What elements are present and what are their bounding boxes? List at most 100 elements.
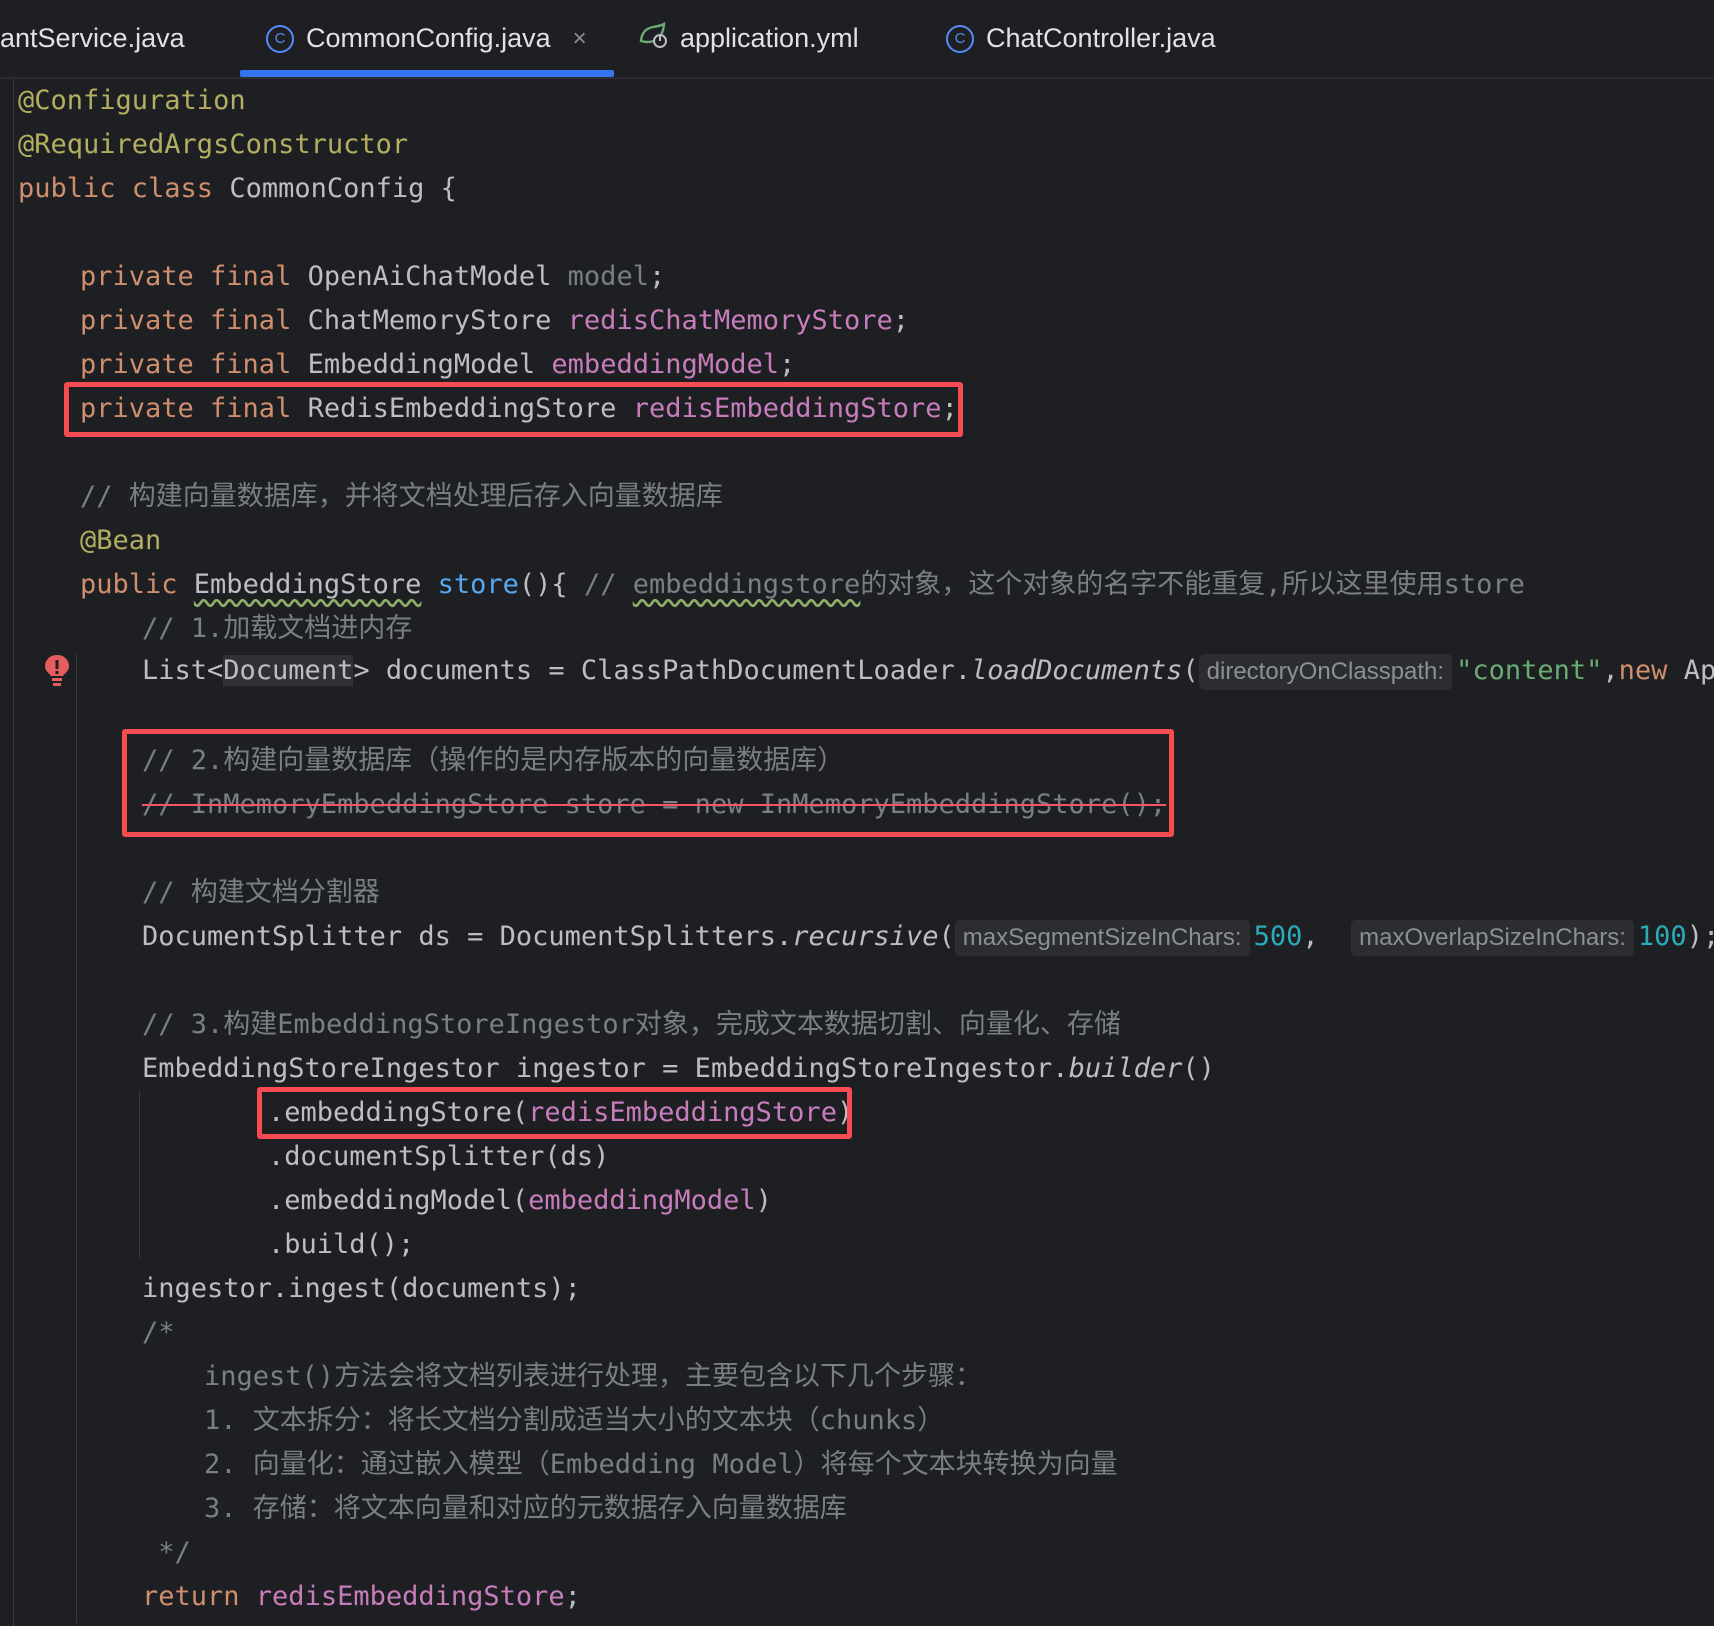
comment-line: // 3.构建EmbeddingStoreIngestor对象，完成文本数据切割… bbox=[142, 1009, 1121, 1040]
code-line: public EmbeddingStore store(){ // embedd… bbox=[80, 563, 1525, 607]
annotation: @Configuration bbox=[18, 85, 246, 116]
code-line: @Configuration bbox=[18, 79, 246, 123]
keyword: public bbox=[80, 569, 194, 600]
highlight-box bbox=[64, 382, 963, 437]
java-class-icon: C bbox=[946, 24, 974, 53]
code: EmbeddingStoreIngestor ingestor = Embedd… bbox=[142, 1053, 1069, 1084]
comment-line: // 1.加载文档进内存 bbox=[142, 613, 413, 644]
active-tab-indicator bbox=[240, 70, 614, 77]
comment-line: // 构建向量数据库，并将文档处理后存入向量数据库 bbox=[80, 481, 723, 512]
tab-commonconfig[interactable]: C CommonConfig.java × bbox=[266, 0, 587, 77]
code: > documents = ClassPathDocumentLoader. bbox=[353, 655, 972, 686]
comment-line: 3. 存储：将文本向量和对应的元数据存入向量数据库 bbox=[204, 1493, 847, 1524]
method-name: store bbox=[437, 569, 519, 600]
number-literal: 100 bbox=[1637, 921, 1687, 952]
code-line: @RequiredArgsConstructor bbox=[18, 123, 408, 167]
method-call: builder bbox=[1068, 1053, 1183, 1084]
field-name: embeddingModel bbox=[528, 1185, 756, 1216]
parameter-hint: maxOverlapSizeInChars: bbox=[1351, 920, 1634, 956]
comment-line: ingest()方法会将文档列表进行处理，主要包含以下几个步骤： bbox=[204, 1361, 983, 1392]
type: ChatMemoryStore bbox=[291, 305, 568, 336]
gutter-separator bbox=[13, 79, 14, 1626]
field-name: redisChatMemoryStore bbox=[567, 305, 893, 336]
tab-application-yml[interactable]: application.yml bbox=[638, 0, 859, 77]
keyword: private final bbox=[80, 305, 292, 336]
punctuation: ( bbox=[938, 921, 955, 952]
annotation: @RequiredArgsConstructor bbox=[18, 129, 409, 160]
method-call: loadDocuments bbox=[971, 655, 1183, 686]
type: EmbeddingModel bbox=[291, 349, 552, 380]
punctuation: () bbox=[1182, 1053, 1215, 1084]
code-line: private final OpenAiChatModel model; bbox=[80, 255, 665, 299]
keyword: new bbox=[1618, 655, 1668, 686]
code-line: List<Document> documents = ClassPathDocu… bbox=[142, 649, 1714, 693]
punctuation: , bbox=[1302, 921, 1352, 952]
string-literal: "content" bbox=[1456, 655, 1603, 686]
tab-antservice[interactable]: antService.java bbox=[0, 0, 185, 77]
comment: embeddingstore bbox=[632, 569, 861, 600]
indent-guide bbox=[76, 653, 77, 1623]
editor-tab-bar: antService.java C CommonConfig.java × ap… bbox=[0, 0, 1714, 79]
type: OpenAiChatModel bbox=[291, 261, 568, 292]
tab-label: ChatController.java bbox=[986, 23, 1216, 53]
tab-label: CommonConfig.java bbox=[306, 23, 551, 53]
punctuation: ) bbox=[755, 1185, 772, 1216]
field-name: embeddingModel bbox=[551, 349, 779, 380]
comment-line: // 构建文档分割器 bbox=[142, 877, 380, 908]
semicolon: ; bbox=[892, 305, 910, 336]
indent-guide bbox=[139, 1091, 140, 1259]
class-name: CommonConfig { bbox=[213, 173, 457, 204]
unused-field: model bbox=[567, 261, 649, 292]
code-editor[interactable]: @Configuration @RequiredArgsConstructor … bbox=[0, 79, 1714, 1626]
code-line: @Bean bbox=[80, 519, 161, 563]
code-line: private final ChatMemoryStore redisChatM… bbox=[80, 299, 909, 343]
tab-chatcontroller[interactable]: C ChatController.java bbox=[946, 0, 1216, 77]
semicolon: ; bbox=[648, 261, 666, 292]
code-line: EmbeddingStoreIngestor ingestor = Embedd… bbox=[142, 1047, 1215, 1091]
code-line: .build(); bbox=[268, 1229, 415, 1260]
keyword: private final bbox=[80, 349, 292, 380]
tab-label: antService.java bbox=[0, 23, 185, 53]
comment-line: 1. 文本拆分：将长文档分割成适当大小的文本块（chunks） bbox=[204, 1405, 945, 1436]
close-tab-icon[interactable]: × bbox=[573, 25, 587, 53]
code-line: public class CommonConfig { bbox=[18, 167, 457, 211]
spring-config-icon bbox=[638, 21, 668, 56]
semicolon: ; bbox=[779, 349, 796, 380]
parameter-hint: maxSegmentSizeInChars: bbox=[954, 920, 1250, 956]
type: Document bbox=[223, 655, 354, 686]
keyword: return bbox=[142, 1581, 256, 1612]
parameter-hint: directoryOnClasspath: bbox=[1198, 654, 1453, 690]
punctuation: , bbox=[1602, 655, 1619, 686]
keyword: public class bbox=[18, 173, 214, 204]
punctuation: (){ bbox=[518, 569, 584, 600]
comment-line: 2. 向量化：通过嵌入模型（Embedding Model）将每个文本块转换为向… bbox=[204, 1449, 1118, 1480]
method-call: recursive bbox=[792, 921, 939, 952]
tab-label: application.yml bbox=[680, 23, 859, 53]
comment-line: */ bbox=[142, 1537, 191, 1568]
code: DocumentSplitter ds = DocumentSplitters. bbox=[142, 921, 793, 952]
highlight-box bbox=[257, 1087, 852, 1139]
code: Apac bbox=[1683, 655, 1714, 686]
code-line: ingestor.ingest(documents); bbox=[142, 1273, 581, 1304]
highlight-box bbox=[122, 729, 1174, 837]
error-bulb-icon[interactable] bbox=[42, 653, 72, 689]
code-line: DocumentSplitter ds = DocumentSplitters.… bbox=[142, 915, 1714, 959]
java-class-icon: C bbox=[266, 24, 294, 53]
code-line: return redisEmbeddingStore; bbox=[142, 1575, 581, 1619]
comment: // bbox=[583, 569, 633, 600]
code-line: .documentSplitter(ds) bbox=[268, 1141, 610, 1172]
semicolon: ; bbox=[564, 1581, 581, 1612]
field-name: redisEmbeddingStore bbox=[255, 1581, 565, 1612]
keyword: private final bbox=[80, 261, 292, 292]
annotation: @Bean bbox=[80, 525, 162, 556]
number-literal: 500 bbox=[1253, 921, 1303, 952]
punctuation: ( bbox=[1182, 655, 1199, 686]
punctuation: ); bbox=[1686, 921, 1714, 952]
code: .embeddingModel( bbox=[268, 1185, 529, 1216]
code-line: .embeddingModel(embeddingModel) bbox=[268, 1179, 772, 1223]
type: EmbeddingStore bbox=[193, 569, 422, 600]
code-line: private final EmbeddingModel embeddingMo… bbox=[80, 343, 795, 387]
code: List< bbox=[142, 655, 224, 686]
comment-line: /* bbox=[142, 1317, 175, 1348]
comment: 的对象，这个对象的名字不能重复,所以这里使用store bbox=[860, 569, 1525, 600]
